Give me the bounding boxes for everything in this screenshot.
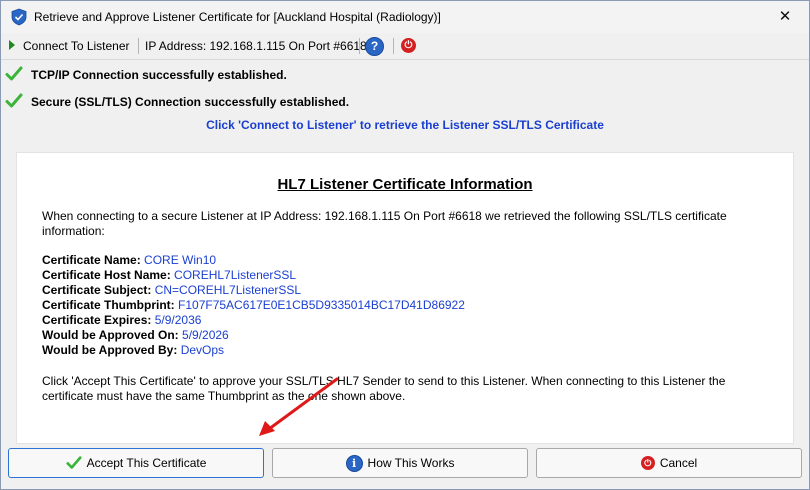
intro-text: When connecting to a secure Listener at … bbox=[42, 209, 727, 238]
connect-hint-text: Click 'Connect to Listener' to retrieve … bbox=[206, 118, 604, 132]
toolbar-divider bbox=[359, 38, 360, 54]
connect-hint: Click 'Connect to Listener' to retrieve … bbox=[1, 118, 809, 132]
connect-to-listener-button[interactable]: Connect To Listener bbox=[23, 39, 130, 53]
ip-address-label: IP Address: 192.168.1.115 On Port #6618 bbox=[145, 39, 367, 53]
field-label: Certificate Subject: bbox=[42, 283, 152, 297]
field-label: Certificate Host Name: bbox=[42, 268, 171, 282]
shield-icon bbox=[11, 8, 27, 26]
certificate-fields: Certificate Name: CORE Win10 Certificate… bbox=[42, 253, 465, 358]
checkmark-icon bbox=[5, 66, 23, 81]
field-label: Would be Approved On: bbox=[42, 328, 179, 342]
outro-text: Click 'Accept This Certificate' to appro… bbox=[42, 374, 726, 403]
accept-certificate-button[interactable]: Accept This Certificate bbox=[8, 448, 264, 478]
field-value: 5/9/2026 bbox=[182, 328, 229, 342]
field-value: F107F75AC617E0E1CB5D9335014BC17D41D86922 bbox=[178, 298, 465, 312]
field-value: 5/9/2036 bbox=[154, 313, 202, 327]
panel-title: HL7 Listener Certificate Information bbox=[277, 176, 533, 193]
field-label: Certificate Thumbprint: bbox=[42, 298, 175, 312]
certificate-info-panel: HL7 Listener Certificate Information Whe… bbox=[16, 152, 794, 444]
close-icon[interactable]: ✕ bbox=[775, 7, 795, 27]
power-icon: ⏻ bbox=[640, 456, 655, 470]
status-text: Secure (SSL/TLS) Connection successfully… bbox=[31, 95, 350, 109]
field-value: CORE Win10 bbox=[144, 253, 217, 267]
play-icon bbox=[9, 40, 15, 50]
field-label: Would be Approved By: bbox=[42, 343, 178, 357]
checkmark-icon bbox=[66, 456, 82, 469]
field-row: Certificate Thumbprint: F107F75AC617E0E1… bbox=[42, 298, 465, 313]
field-label: Certificate Expires: bbox=[42, 313, 152, 327]
field-row: Would be Approved By: DevOps bbox=[42, 343, 465, 358]
status-text: TCP/IP Connection successfully establish… bbox=[31, 68, 287, 82]
window-title: Retrieve and Approve Listener Certificat… bbox=[34, 10, 441, 24]
field-value: CN=COREHL7ListenerSSL bbox=[154, 283, 302, 297]
field-row: Certificate Host Name: COREHL7ListenerSS… bbox=[42, 268, 465, 283]
field-row: Certificate Name: CORE Win10 bbox=[42, 253, 465, 268]
how-this-works-button[interactable]: i How This Works bbox=[272, 448, 528, 478]
checkmark-icon bbox=[5, 93, 23, 108]
how-button-label: How This Works bbox=[367, 456, 455, 470]
certificate-dialog: Retrieve and Approve Listener Certificat… bbox=[0, 0, 810, 490]
accept-button-label: Accept This Certificate bbox=[86, 456, 207, 470]
field-label: Certificate Name: bbox=[42, 253, 141, 267]
power-icon[interactable]: ⏻ bbox=[401, 38, 416, 53]
field-row: Would be Approved On: 5/9/2026 bbox=[42, 328, 465, 343]
info-icon: i bbox=[345, 454, 363, 472]
cancel-button[interactable]: ⏻ Cancel bbox=[536, 448, 802, 478]
field-value: COREHL7ListenerSSL bbox=[174, 268, 297, 282]
toolbar-divider bbox=[393, 38, 394, 54]
title-bar: Retrieve and Approve Listener Certificat… bbox=[1, 1, 809, 33]
cancel-button-label: Cancel bbox=[659, 456, 698, 470]
toolbar-divider bbox=[138, 38, 139, 54]
field-row: Certificate Expires: 5/9/2036 bbox=[42, 313, 465, 328]
field-row: Certificate Subject: CN=COREHL7ListenerS… bbox=[42, 283, 465, 298]
help-icon[interactable]: ? bbox=[365, 37, 384, 56]
field-value: DevOps bbox=[180, 343, 225, 357]
toolbar: Connect To Listener IP Address: 192.168.… bbox=[1, 33, 809, 60]
